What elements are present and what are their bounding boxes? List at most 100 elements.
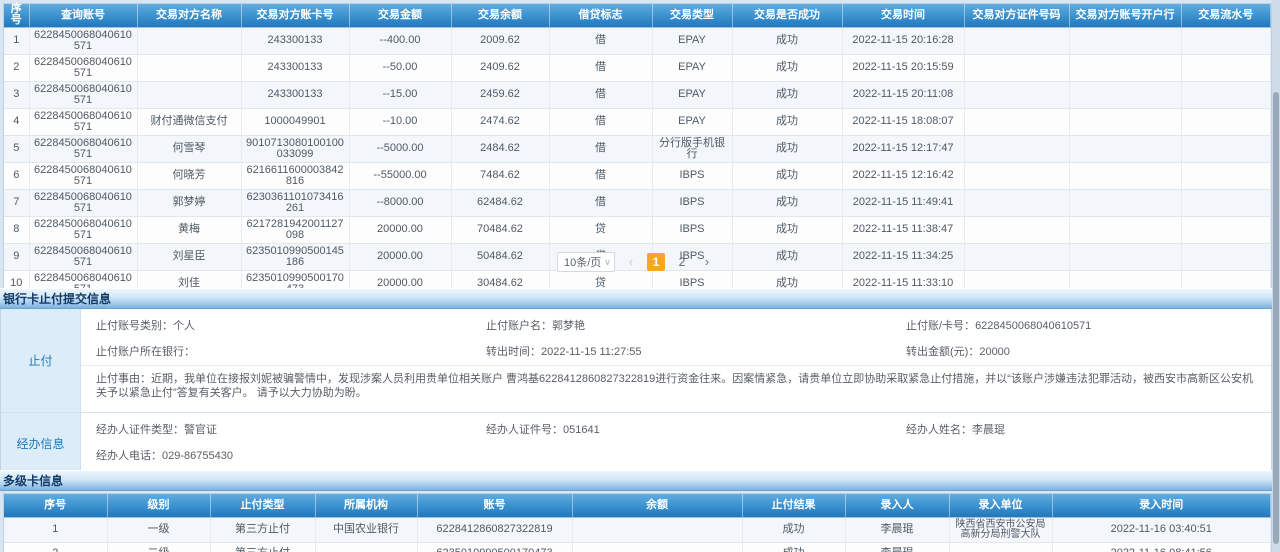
cell-query-account: 6228450068040610571 bbox=[29, 189, 137, 216]
cell-success: 成功 bbox=[732, 216, 842, 243]
cell-debit-credit-flag: 借 bbox=[549, 54, 652, 81]
cell-success: 成功 bbox=[732, 135, 842, 162]
table-row: 3 6228450068040610571 243300133 --15.00 … bbox=[4, 81, 1271, 108]
field-stop-payment-reason: 止付事由：近期，我单位在接报刘妮被骗警情中，发现涉案人员利用贵单位相关账户 曹鸿… bbox=[96, 372, 1256, 400]
cell-mc-balance bbox=[572, 517, 742, 542]
cell-success: 成功 bbox=[732, 81, 842, 108]
cell-mc-stop-type: 第三方止付 bbox=[210, 517, 315, 542]
cell-seq: 3 bbox=[4, 81, 29, 108]
field-card-number: 止付账/卡号：6228450068040610571 bbox=[906, 319, 1271, 333]
cell-type: 分行版手机银行 bbox=[652, 135, 732, 162]
cell-query-account: 6228450068040610571 bbox=[29, 216, 137, 243]
cell-query-account: 6228450068040610571 bbox=[29, 162, 137, 189]
transaction-header-row: 序号 查询账号 交易对方名称 交易对方账卡号 交易金额 交易余额 借贷标志 交易… bbox=[4, 4, 1271, 27]
stop-payment-panel: 止付 止付账号类别：个人 止付账户名：郭梦艳 止付账/卡号：6228450068… bbox=[0, 309, 1272, 474]
cell-seq: 5 bbox=[4, 135, 29, 162]
page-number-2[interactable]: 2 bbox=[673, 253, 691, 271]
prev-page-button[interactable]: ‹ bbox=[623, 253, 639, 271]
cell-amount: 20000.00 bbox=[349, 216, 451, 243]
cell-counterparty-card: 243300133 bbox=[241, 81, 349, 108]
cell-mc-result: 成功 bbox=[742, 542, 845, 552]
cell-mc-operator: 李晨琨 bbox=[845, 542, 949, 552]
cell-counterparty-id bbox=[964, 108, 1069, 135]
scrollbar-thumb[interactable] bbox=[1273, 92, 1279, 544]
prev-page-icon: ‹ bbox=[629, 254, 633, 269]
chevron-down-icon: ∨ bbox=[604, 257, 611, 268]
cell-balance: 2474.62 bbox=[451, 108, 549, 135]
cell-counterparty-id bbox=[964, 27, 1069, 54]
field-account-category: 止付账号类别：个人 bbox=[96, 319, 486, 333]
stop-payment-group-label: 止付 bbox=[1, 309, 81, 412]
cell-time: 2022-11-15 18:08:07 bbox=[842, 108, 964, 135]
cell-counterparty-name bbox=[137, 81, 241, 108]
field-account-bank: 止付账户所在银行： bbox=[96, 345, 486, 359]
cell-counterparty-name: 何雪琴 bbox=[137, 135, 241, 162]
cell-type: IBPS bbox=[652, 216, 732, 243]
col-amount: 交易金额 bbox=[349, 4, 451, 27]
table-row: 1 6228450068040610571 243300133 --400.00… bbox=[4, 27, 1271, 54]
cell-serial bbox=[1181, 216, 1271, 243]
field-account-name: 止付账户名：郭梦艳 bbox=[486, 319, 906, 333]
cell-counterparty-bank bbox=[1069, 27, 1181, 54]
col-mc-unit: 录入单位 bbox=[949, 494, 1052, 517]
cell-seq: 1 bbox=[4, 27, 29, 54]
multi-card-section-title: 多级卡信息 bbox=[0, 470, 1272, 491]
cell-amount: --50.00 bbox=[349, 54, 451, 81]
cell-counterparty-bank bbox=[1069, 216, 1181, 243]
cell-counterparty-name: 何晓芳 bbox=[137, 162, 241, 189]
cell-mc-seq: 1 bbox=[4, 517, 107, 542]
page-number-1[interactable]: 1 bbox=[647, 253, 665, 271]
cell-counterparty-card: 9010713080100100033099 bbox=[241, 135, 349, 162]
col-mc-level: 级别 bbox=[107, 494, 210, 517]
cell-counterparty-bank bbox=[1069, 135, 1181, 162]
col-mc-org: 所属机构 bbox=[315, 494, 417, 517]
cell-amount: --55000.00 bbox=[349, 162, 451, 189]
table-row: 5 6228450068040610571 何雪琴 90107130801001… bbox=[4, 135, 1271, 162]
cell-amount: --400.00 bbox=[349, 27, 451, 54]
table-row: 2 6228450068040610571 243300133 --50.00 … bbox=[4, 54, 1271, 81]
col-counterparty-card: 交易对方账卡号 bbox=[241, 4, 349, 27]
cell-mc-result: 成功 bbox=[742, 517, 845, 542]
cell-type: EPAY bbox=[652, 27, 732, 54]
cell-debit-credit-flag: 借 bbox=[549, 108, 652, 135]
col-query-account: 查询账号 bbox=[29, 4, 137, 27]
cell-mc-account: 6228412860827322819 bbox=[417, 517, 572, 542]
next-page-icon: › bbox=[705, 254, 709, 269]
cell-serial bbox=[1181, 27, 1271, 54]
cell-balance: 2009.62 bbox=[451, 27, 549, 54]
col-counterparty-bank: 交易对方账号开户行 bbox=[1069, 4, 1181, 27]
field-agent-cert-type: 经办人证件类型：警官证 bbox=[96, 423, 486, 437]
cell-success: 成功 bbox=[732, 189, 842, 216]
col-balance: 交易余额 bbox=[451, 4, 549, 27]
col-counterparty-id: 交易对方证件号码 bbox=[964, 4, 1069, 27]
cell-mc-level: 一级 bbox=[107, 517, 210, 542]
cell-query-account: 6228450068040610571 bbox=[29, 135, 137, 162]
cell-amount: --10.00 bbox=[349, 108, 451, 135]
vertical-scrollbar bbox=[1272, 0, 1280, 552]
cell-balance: 62484.62 bbox=[451, 189, 549, 216]
agent-info-group: 经办信息 经办人证件类型：警官证 经办人证件号：051641 经办人姓名：李晨琨… bbox=[1, 413, 1271, 473]
page-size-select[interactable]: 10条/页 ∨ bbox=[557, 252, 615, 272]
stop-payment-section-title: 银行卡止付提交信息 bbox=[0, 288, 1272, 309]
cell-time: 2022-11-15 20:15:59 bbox=[842, 54, 964, 81]
table-row: 2 二级 第三方止付 6235010990500170473 成功 李晨琨 20… bbox=[4, 542, 1271, 552]
page-size-value: 10条/页 bbox=[564, 254, 601, 270]
cell-seq: 2 bbox=[4, 54, 29, 81]
cell-seq: 6 bbox=[4, 162, 29, 189]
cell-time: 2022-11-15 20:11:08 bbox=[842, 81, 964, 108]
table-row: 8 6228450068040610571 黄梅 621728194200112… bbox=[4, 216, 1271, 243]
next-page-button[interactable]: › bbox=[699, 253, 715, 271]
cell-counterparty-name: 郭梦婷 bbox=[137, 189, 241, 216]
cell-success: 成功 bbox=[732, 27, 842, 54]
page: 序号 查询账号 交易对方名称 交易对方账卡号 交易金额 交易余额 借贷标志 交易… bbox=[0, 0, 1280, 552]
cell-counterparty-bank bbox=[1069, 81, 1181, 108]
cell-mc-balance bbox=[572, 542, 742, 552]
cell-amount: --8000.00 bbox=[349, 189, 451, 216]
cell-serial bbox=[1181, 108, 1271, 135]
cell-query-account: 6228450068040610571 bbox=[29, 108, 137, 135]
col-mc-account: 账号 bbox=[417, 494, 572, 517]
field-transfer-time: 转出时间：2022-11-15 11:27:55 bbox=[486, 345, 906, 359]
cell-mc-account: 6235010990500170473 bbox=[417, 542, 572, 552]
col-mc-operator: 录入人 bbox=[845, 494, 949, 517]
cell-mc-unit bbox=[949, 542, 1052, 552]
